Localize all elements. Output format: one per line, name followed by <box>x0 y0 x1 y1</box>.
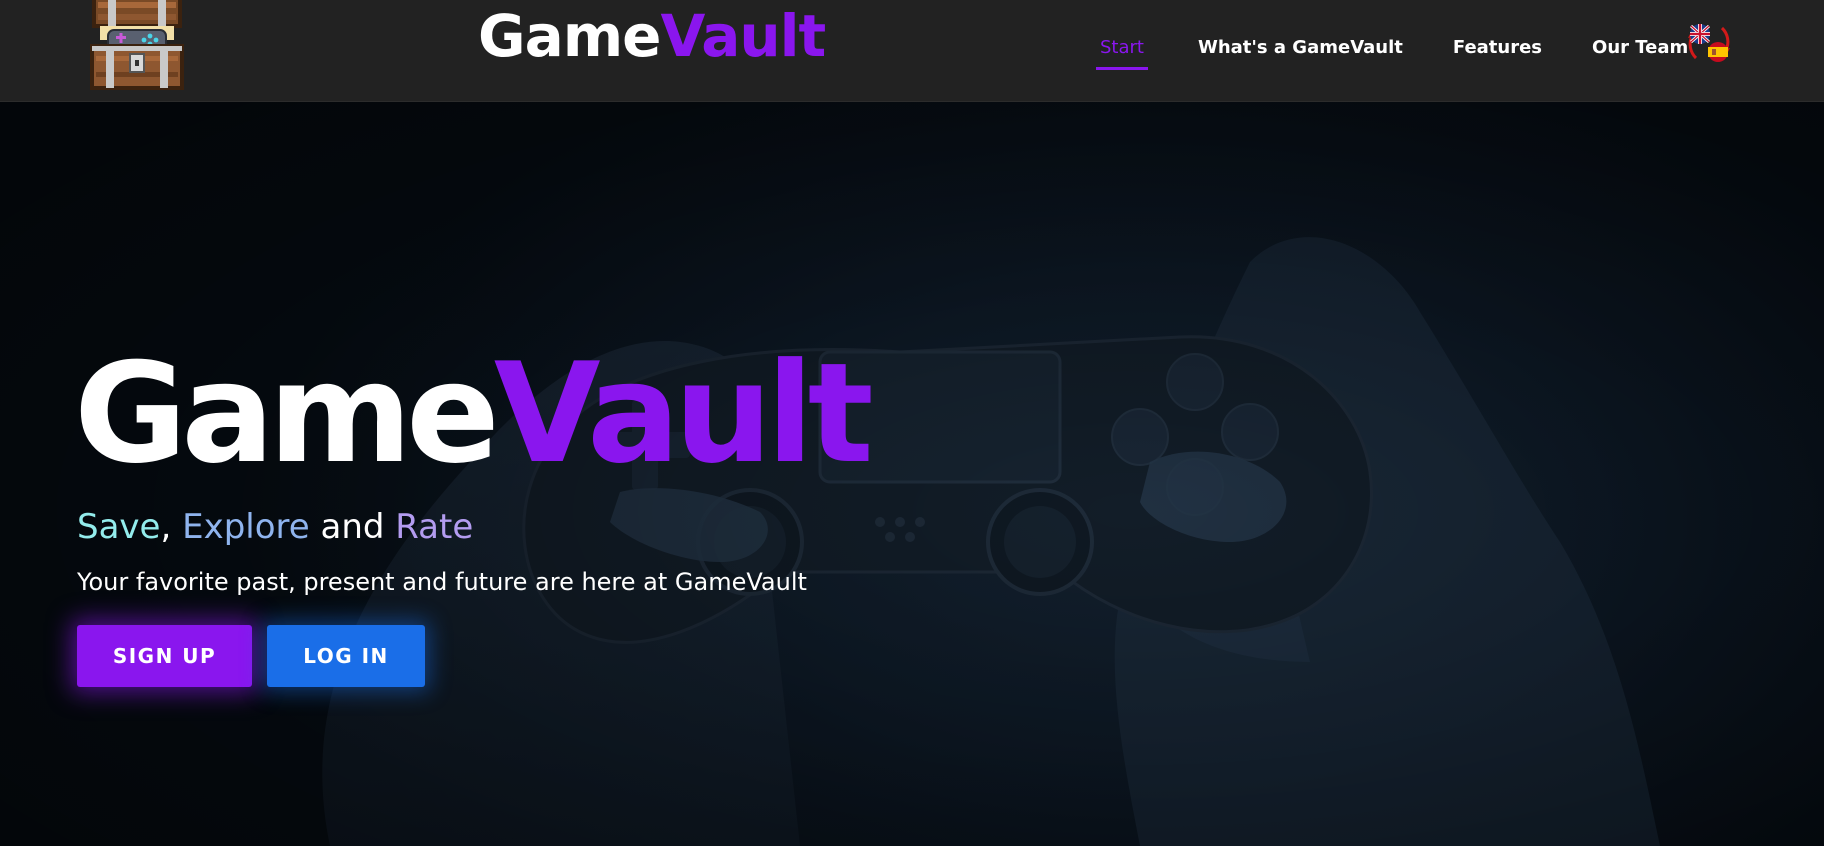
log-in-button[interactable]: LOG IN <box>267 625 425 687</box>
hero-title-game: Game <box>74 333 500 494</box>
nav-menu: Start What's a GameVault Features Our Te… <box>1096 28 1738 70</box>
tagline-separator-1: , <box>160 507 183 547</box>
tagline-save: Save <box>77 507 161 547</box>
brand-title-game: Game <box>478 2 662 70</box>
uk-flag-icon <box>1690 24 1710 44</box>
brand-title-vault: Vault <box>660 2 827 70</box>
navbar: GameVault Start What's a GameVault Featu… <box>0 0 1824 102</box>
nav-link-whats-a-gamevault[interactable]: What's a GameVault <box>1198 34 1403 62</box>
nav-link-start[interactable]: Start <box>1096 34 1148 70</box>
sign-up-button[interactable]: SIGN UP <box>77 625 252 687</box>
brand-title[interactable]: GameVault <box>478 2 827 70</box>
tagline-explore: Explore <box>182 507 310 547</box>
hero-section: GameVault Save, Explore and Rate Your fa… <box>0 102 1824 846</box>
tagline-separator-2: and <box>309 507 396 547</box>
nav-link-features[interactable]: Features <box>1453 34 1542 62</box>
hero-title-vault: Vault <box>493 333 874 494</box>
hero-subtitle: Your favorite past, present and future a… <box>77 568 807 596</box>
spain-flag-icon <box>1708 42 1728 62</box>
tagline-rate: Rate <box>395 507 474 547</box>
hero-tagline: Save, Explore and Rate <box>77 504 473 550</box>
treasure-chest-logo[interactable] <box>86 0 188 92</box>
nav-link-our-team[interactable]: Our Team <box>1592 34 1688 62</box>
language-switch-icon[interactable] <box>1686 20 1732 66</box>
hero-title: GameVault <box>74 333 874 494</box>
